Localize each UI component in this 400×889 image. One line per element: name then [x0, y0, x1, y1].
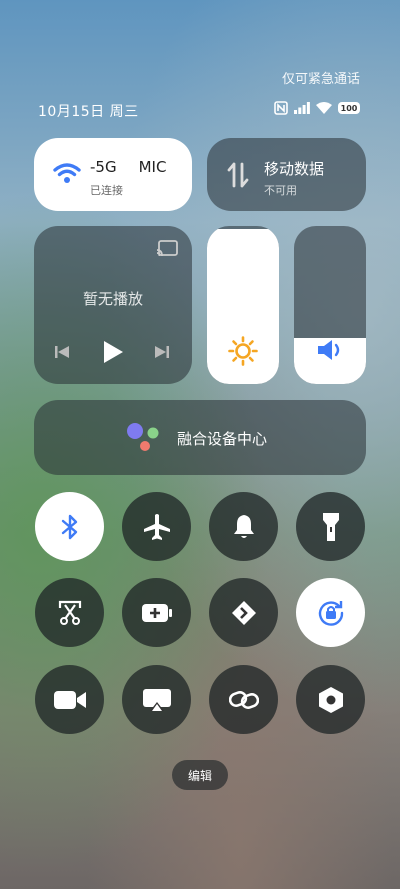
wifi-network-name: -5G — [90, 158, 117, 176]
mobile-data-tile[interactable]: 移动数据 不可用 — [207, 138, 366, 211]
flashlight-toggle[interactable] — [296, 492, 365, 561]
ringer-toggle[interactable] — [209, 492, 278, 561]
bluetooth-toggle[interactable] — [35, 492, 104, 561]
status-icons: 100 — [274, 101, 360, 115]
fusion-device-center-button[interactable]: 融合设备中心 — [34, 400, 366, 475]
next-track-icon[interactable] — [154, 344, 170, 360]
flashlight-icon — [322, 512, 339, 541]
wifi-network-name-extra: MIC — [138, 158, 167, 176]
airplane-icon — [143, 513, 170, 540]
screenshot-toggle[interactable] — [35, 578, 104, 647]
fusion-device-center-icon — [127, 423, 159, 451]
bluetooth-icon — [61, 514, 77, 539]
signal-icon — [294, 102, 310, 114]
nearby-share-toggle[interactable] — [209, 578, 278, 647]
date-text: 10月15日 周三 — [38, 104, 139, 120]
previous-track-icon[interactable] — [54, 344, 70, 360]
battery-level: 100 — [340, 103, 358, 113]
video-camera-icon — [53, 690, 86, 709]
emergency-calls-only-text: 仅可紧急通话 — [281, 72, 360, 87]
sun-icon — [228, 336, 258, 366]
nfc-icon — [274, 101, 288, 115]
data-arrows-icon — [227, 162, 249, 188]
rotation-lock-icon — [318, 600, 343, 626]
mobile-data-status: 不可用 — [264, 184, 297, 197]
wifi-status-icon — [316, 102, 332, 114]
link-icon — [228, 690, 259, 709]
bell-icon — [233, 514, 254, 538]
fusion-device-center-label: 融合设备中心 — [177, 430, 268, 448]
share-diamond-icon — [231, 600, 256, 625]
cast-screen-icon — [142, 688, 171, 711]
media-player-tile[interactable]: 暂无播放 — [34, 226, 192, 384]
battery-saver-toggle[interactable] — [122, 578, 191, 647]
volume-slider[interactable] — [294, 226, 366, 384]
no-playback-text: 暂无播放 — [82, 290, 143, 308]
airplane-mode-toggle[interactable] — [122, 492, 191, 561]
scissors-screenshot-icon — [58, 600, 81, 625]
rotation-lock-toggle[interactable] — [296, 578, 365, 647]
play-icon[interactable] — [102, 340, 124, 364]
battery-icon: 100 — [338, 102, 360, 114]
screen-record-toggle[interactable] — [35, 665, 104, 734]
wifi-tile[interactable]: -5G MIC 已连接 — [34, 138, 192, 211]
speaker-icon — [318, 340, 340, 360]
brightness-slider[interactable] — [207, 226, 279, 384]
battery-saver-icon — [141, 603, 172, 622]
link-toggle[interactable] — [209, 665, 278, 734]
mobile-data-title: 移动数据 — [264, 160, 325, 178]
wifi-icon — [53, 163, 81, 183]
hexagon-settings-icon — [318, 686, 343, 713]
edit-button[interactable]: 编辑 — [172, 760, 228, 790]
wifi-status: 已连接 — [90, 184, 123, 197]
cast-icon[interactable] — [156, 240, 178, 258]
screen-cast-toggle[interactable] — [122, 665, 191, 734]
hexagon-settings-toggle[interactable] — [296, 665, 365, 734]
